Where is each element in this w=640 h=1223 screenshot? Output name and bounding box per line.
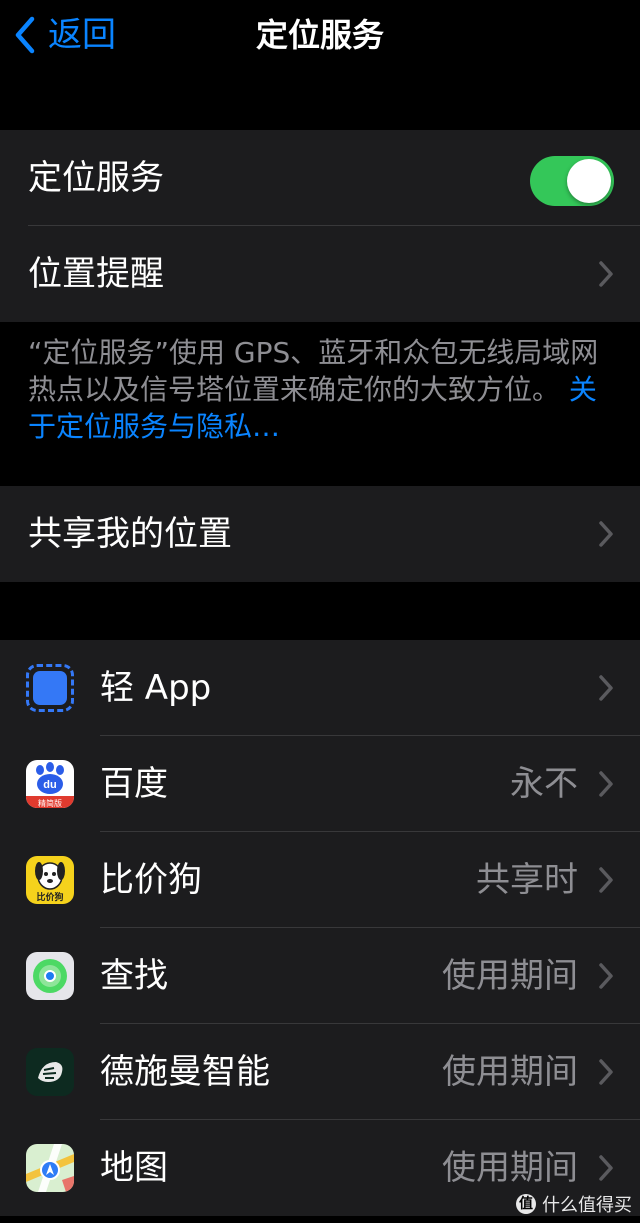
- location-alerts-label: 位置提醒: [28, 254, 164, 294]
- baidu-sub-text: 精简版: [38, 798, 62, 808]
- maps-icon: [26, 1144, 74, 1192]
- location-services-row: 定位服务: [0, 130, 640, 226]
- location-services-label: 定位服务: [28, 158, 164, 198]
- permission-value: 使用期间: [442, 1052, 578, 1092]
- chevron-right-icon: [599, 771, 613, 797]
- navigation-bar: 返回 定位服务: [0, 0, 640, 70]
- permission-value: 永不: [510, 764, 578, 804]
- location-services-footnote: “定位服务”使用 GPS、蓝牙和众包无线局域网热点以及信号塔位置来确定你的大致方…: [28, 334, 618, 445]
- toggle-knob: [567, 159, 611, 203]
- app-row-baidu[interactable]: du 精简版 百度 永不: [0, 736, 640, 832]
- dessmann-icon: [26, 1048, 74, 1096]
- app-name: 百度: [100, 764, 168, 804]
- app-clip-icon: [26, 664, 74, 712]
- app-name: 查找: [100, 956, 168, 996]
- app-name: 德施曼智能: [100, 1052, 270, 1092]
- app-row-bijiagou[interactable]: 比价狗 比价狗 共享时: [0, 832, 640, 928]
- footnote-text: “定位服务”使用 GPS、蓝牙和众包无线局域网热点以及信号塔位置来确定你的大致方…: [28, 336, 599, 406]
- watermark-badge: 值: [516, 1194, 536, 1214]
- app-row-find-my[interactable]: 查找 使用期间: [0, 928, 640, 1024]
- app-name: 比价狗: [100, 860, 202, 900]
- watermark-text: 什么值得买: [542, 1195, 632, 1216]
- watermark: 值 什么值得买: [516, 1191, 632, 1217]
- bijiagou-icon: 比价狗: [26, 856, 74, 904]
- baidu-logo-text: du: [43, 779, 56, 791]
- app-row-dessmann[interactable]: 德施曼智能 使用期间: [0, 1024, 640, 1120]
- location-services-toggle[interactable]: [530, 156, 614, 206]
- app-name: 地图: [100, 1148, 168, 1188]
- chevron-right-icon: [599, 963, 613, 989]
- share-group: 共享我的位置: [0, 486, 640, 582]
- permission-value: 共享时: [476, 860, 578, 900]
- chevron-right-icon: [599, 1059, 613, 1085]
- location-services-screen: 返回 定位服务 定位服务 位置提醒 “定位服务”使用 GPS、蓝牙和众包无线局域…: [0, 0, 640, 1223]
- baidu-icon: du 精简版: [26, 760, 74, 808]
- app-row-app-clip[interactable]: 轻 App: [0, 640, 640, 736]
- share-my-location-label: 共享我的位置: [28, 514, 232, 554]
- page-title: 定位服务: [255, 16, 384, 54]
- chevron-right-icon: [599, 1155, 613, 1181]
- find-my-icon: [26, 952, 74, 1000]
- bijiagou-icon-text: 比价狗: [36, 891, 63, 903]
- permission-value: 使用期间: [442, 956, 578, 996]
- chevron-right-icon: [599, 521, 613, 547]
- location-settings-group: 定位服务 位置提醒: [0, 130, 640, 322]
- app-list: 轻 App du 精简版 百度 永不 比价狗 比价狗 共享时 查找 使用期间 德…: [0, 640, 640, 1216]
- chevron-right-icon: [599, 261, 613, 287]
- share-my-location-row[interactable]: 共享我的位置: [0, 486, 640, 582]
- location-alerts-row[interactable]: 位置提醒: [0, 226, 640, 322]
- chevron-right-icon: [599, 675, 613, 701]
- app-name: 轻 App: [100, 668, 212, 708]
- chevron-right-icon: [599, 867, 613, 893]
